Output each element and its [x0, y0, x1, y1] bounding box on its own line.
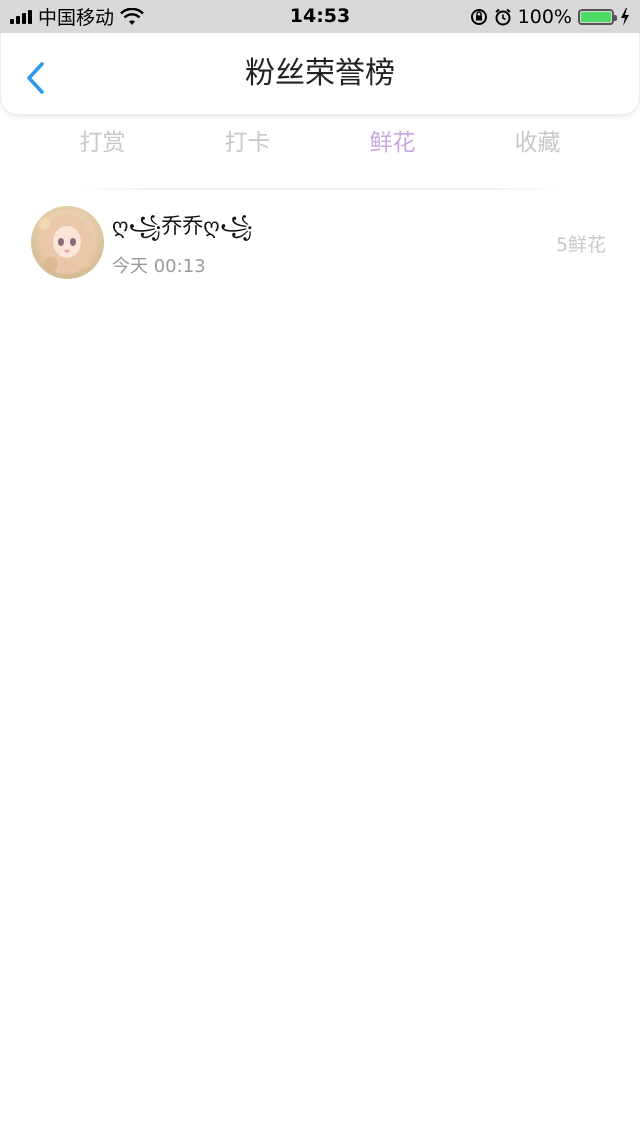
battery-percent: 100% — [517, 5, 572, 28]
battery-fill — [581, 11, 611, 22]
divider — [70, 188, 570, 190]
flower-count: 5鲜花 — [555, 234, 606, 256]
tab-reward[interactable]: 打赏 — [30, 120, 175, 166]
status-right: 100% — [470, 0, 630, 33]
avatar-image — [31, 206, 104, 279]
tab-flowers[interactable]: 鲜花 — [320, 120, 465, 166]
timestamp: 今天 00:13 — [112, 256, 206, 277]
status-bar: 中国移动 14:53 100% — [0, 0, 640, 33]
user-name: ღ꧁乔乔ღ꧁ — [112, 214, 253, 238]
screen: 中国移动 14:53 100% 粉丝荣誉榜 打赏 打卡 鲜花 收藏 ღ꧁乔乔ღ꧁… — [0, 0, 640, 1138]
avatar[interactable] — [31, 206, 104, 279]
charging-icon — [621, 7, 629, 26]
page-title: 粉丝荣誉榜 — [245, 56, 395, 91]
alarm-icon — [495, 8, 511, 25]
tab-bar: 打赏 打卡 鲜花 收藏 — [30, 120, 610, 166]
tab-checkin[interactable]: 打卡 — [175, 120, 320, 166]
battery-icon — [578, 8, 617, 25]
orientation-lock-icon — [470, 8, 487, 25]
tab-favorites[interactable]: 收藏 — [465, 120, 610, 166]
list-item[interactable]: ღ꧁乔乔ღ꧁ 今天 00:13 5鲜花 — [0, 198, 640, 290]
nav-bar: 粉丝荣誉榜 — [0, 33, 640, 115]
